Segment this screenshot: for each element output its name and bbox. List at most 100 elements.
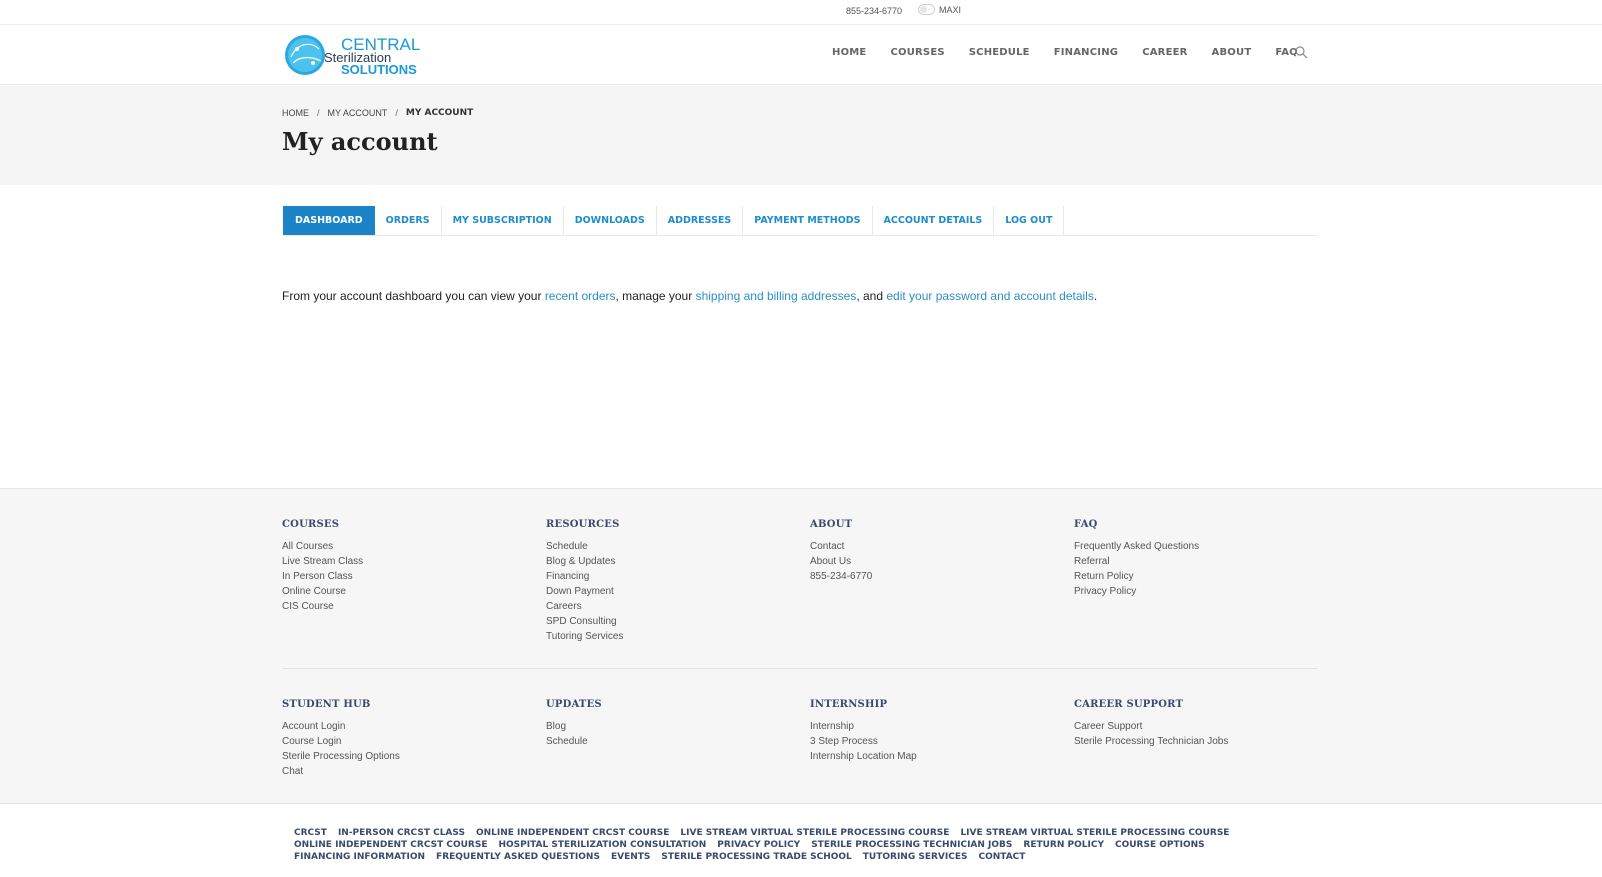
footer-heading: RESOURCES: [546, 519, 620, 530]
page-title: My account: [282, 127, 438, 156]
tab-addresses[interactable]: ADDRESSES: [657, 206, 744, 235]
footer-link-chat[interactable]: Chat: [282, 764, 522, 779]
footer-link-list: Blog Schedule: [546, 719, 786, 749]
footer-link-tutoring-services[interactable]: Tutoring Services: [546, 629, 786, 644]
breadcrumb: HOME / MY ACCOUNT / MY ACCOUNT: [282, 108, 473, 118]
footer-column-student-hub: STUDENT HUB Account Login Course Login Ster…: [282, 699, 522, 779]
main-nav: HOME COURSES SCHEDULE FINANCING CAREER A…: [832, 47, 1322, 58]
breadcrumb-my-account-link[interactable]: MY ACCOUNT: [328, 108, 388, 118]
footer-link-schedule[interactable]: Schedule: [546, 539, 786, 554]
footer-link-cis-course[interactable]: CIS Course: [282, 599, 522, 614]
breadcrumb-separator: /: [317, 108, 320, 118]
footer-link-all-courses[interactable]: All Courses: [282, 539, 522, 554]
footer-bottom-link[interactable]: HOSPITAL STERILIZATION CONSULTATION: [498, 840, 706, 850]
footer-column-internship: INTERNSHIP Internship 3 Step Process Intern…: [810, 699, 1050, 764]
footer-link-in-person-class[interactable]: In Person Class: [282, 569, 522, 584]
footer-link-855-234-6770[interactable]: 855-234-6770: [810, 569, 1050, 584]
footer-column-resources: RESOURCES Schedule Blog & Updates Financing…: [546, 519, 786, 644]
footer-link-row: ONLINE INDEPENDENT CRCST COURSE HOSPITAL …: [294, 840, 1216, 850]
contrast-toggle[interactable]: [918, 4, 935, 15]
footer-link-financing[interactable]: Financing: [546, 569, 786, 584]
footer-link-list: Internship 3 Step Process Internship Locat…: [810, 719, 1050, 764]
footer-link-career-support[interactable]: Career Support: [1074, 719, 1314, 734]
nav-about[interactable]: ABOUT: [1212, 47, 1252, 58]
footer-bottom-link[interactable]: FREQUENTLY ASKED QUESTIONS: [436, 852, 600, 862]
footer-link-blog[interactable]: Blog: [546, 719, 786, 734]
search-icon[interactable]: [1294, 45, 1308, 59]
footer-link-down-payment[interactable]: Down Payment: [546, 584, 786, 599]
footer-bottom-link[interactable]: ONLINE INDEPENDENT CRCST COURSE: [294, 840, 487, 850]
footer-link-spd-consulting[interactable]: SPD Consulting: [546, 614, 786, 629]
footer-column-about: ABOUT Contact About Us 855-234-6770: [810, 519, 1050, 584]
footer-bottom-link[interactable]: CRCST: [294, 828, 327, 838]
footer-link-schedule[interactable]: Schedule: [546, 734, 786, 749]
account-tabs: DASHBOARD ORDERS MY SUBSCRIPTION DOWNLOA…: [283, 206, 1318, 236]
footer-bottom-link[interactable]: RETURN POLICY: [1023, 840, 1104, 850]
top-phone-link[interactable]: 855-234-6770: [846, 6, 902, 16]
footer-bottom-link[interactable]: PRIVACY POLICY: [717, 840, 800, 850]
footer-bottom-link[interactable]: ONLINE INDEPENDENT CRCST COURSE: [476, 828, 669, 838]
footer-link-3-step-process[interactable]: 3 Step Process: [810, 734, 1050, 749]
footer-column-updates: UPDATES Blog Schedule: [546, 699, 786, 749]
footer-divider: [282, 668, 1318, 669]
tab-dashboard[interactable]: DASHBOARD: [283, 206, 375, 235]
footer-link-privacy-policy[interactable]: Privacy Policy: [1074, 584, 1314, 599]
footer-bottom-link[interactable]: CONTACT: [978, 852, 1025, 862]
footer-bottom-link[interactable]: FINANCING INFORMATION: [294, 852, 425, 862]
footer-link-list: Frequently Asked Questions Referral Return…: [1074, 539, 1314, 599]
footer-bottom-link[interactable]: COURSE OPTIONS: [1115, 840, 1205, 850]
footer-bottom-link[interactable]: TUTORING SERVICES: [863, 852, 968, 862]
top-bar: 855-234-6770 MAXI: [0, 0, 1602, 25]
footer-link-list: Career Support Sterile Processing Technic…: [1074, 719, 1314, 749]
breadcrumb-home[interactable]: HOME: [282, 108, 309, 118]
footer-link-sterile-processing-technician-jobs[interactable]: Sterile Processing Technician Jobs: [1074, 734, 1314, 749]
footer-link-online-course[interactable]: Online Course: [282, 584, 522, 599]
footer-bottom-link[interactable]: IN-PERSON CRCST CLASS: [338, 828, 465, 838]
footer-bottom-link[interactable]: EVENTS: [611, 852, 650, 862]
footer-link-blog-updates[interactable]: Blog & Updates: [546, 554, 786, 569]
footer-bottom-link[interactable]: STERILE PROCESSING TRADE SCHOOL: [661, 852, 851, 862]
footer-link-course-login[interactable]: Course Login: [282, 734, 522, 749]
dashboard-intro: From your account dashboard you can view…: [282, 289, 1097, 303]
tab-downloads[interactable]: DOWNLOADS: [564, 206, 657, 235]
tab-log-out[interactable]: LOG OUT: [994, 206, 1065, 235]
dashboard-text-2: , manage your: [615, 289, 696, 303]
footer-link-live-stream-class[interactable]: Live Stream Class: [282, 554, 522, 569]
footer-bottom-link[interactable]: STERILE PROCESSING TECHNICIAN JOBS: [811, 840, 1012, 850]
nav-schedule[interactable]: SCHEDULE: [969, 47, 1030, 58]
account-details-link[interactable]: edit your password and account details: [886, 289, 1093, 303]
footer-heading: COURSES: [282, 519, 340, 530]
footer-column-courses: COURSES All Courses Live Stream Class In Pe…: [282, 519, 522, 614]
logo-solutions: SOLUTIONS: [341, 62, 417, 77]
footer-link-list: All Courses Live Stream Class In Person Cl…: [282, 539, 522, 614]
footer-link-internship-location-map[interactable]: Internship Location Map: [810, 749, 1050, 764]
tab-my-subscription[interactable]: MY SUBSCRIPTION: [442, 206, 564, 235]
recent-orders-link[interactable]: recent orders: [545, 289, 616, 303]
footer-bottom-links: CRCST IN-PERSON CRCST CLASS ONLINE INDEPEN…: [0, 803, 1602, 877]
nav-courses[interactable]: COURSES: [890, 47, 944, 58]
tab-payment-methods[interactable]: PAYMENT METHODS: [743, 206, 873, 235]
site-logo[interactable]: CENTRAL Sterilization SOLUTIONS: [283, 33, 429, 77]
footer-link-account-login[interactable]: Account Login: [282, 719, 522, 734]
nav-financing[interactable]: FINANCING: [1054, 47, 1118, 58]
footer-link-internship[interactable]: Internship: [810, 719, 1050, 734]
tab-account-details[interactable]: ACCOUNT DETAILS: [873, 206, 995, 235]
footer-link-sterile-processing-options[interactable]: Sterile Processing Options: [282, 749, 522, 764]
tab-orders[interactable]: ORDERS: [375, 206, 442, 235]
footer-link-referral[interactable]: Referral: [1074, 554, 1314, 569]
footer-link-contact[interactable]: Contact: [810, 539, 1050, 554]
page-title-band: HOME / MY ACCOUNT / MY ACCOUNT My accoun…: [0, 86, 1602, 185]
footer-link-return-policy[interactable]: Return Policy: [1074, 569, 1314, 584]
nav-career[interactable]: CAREER: [1142, 47, 1187, 58]
footer-column-career-support: CAREER SUPPORT Career Support Sterile Proc…: [1074, 699, 1314, 749]
nav-home[interactable]: HOME: [832, 47, 866, 58]
addresses-link[interactable]: shipping and billing addresses: [696, 289, 857, 303]
footer-heading: FAQ: [1074, 519, 1098, 530]
footer-bottom-link[interactable]: LIVE STREAM VIRTUAL STERILE PROCESSING C…: [960, 828, 1229, 838]
footer-link-list: Schedule Blog & Updates Financing Down Paym…: [546, 539, 786, 644]
footer-column-faq: FAQ Frequently Asked Questions Referral Ret…: [1074, 519, 1314, 599]
footer-bottom-link[interactable]: LIVE STREAM VIRTUAL STERILE PROCESSING C…: [680, 828, 949, 838]
footer-link-about-us[interactable]: About Us: [810, 554, 1050, 569]
footer-link-careers[interactable]: Careers: [546, 599, 786, 614]
footer-link-frequently-asked-questions[interactable]: Frequently Asked Questions: [1074, 539, 1314, 554]
